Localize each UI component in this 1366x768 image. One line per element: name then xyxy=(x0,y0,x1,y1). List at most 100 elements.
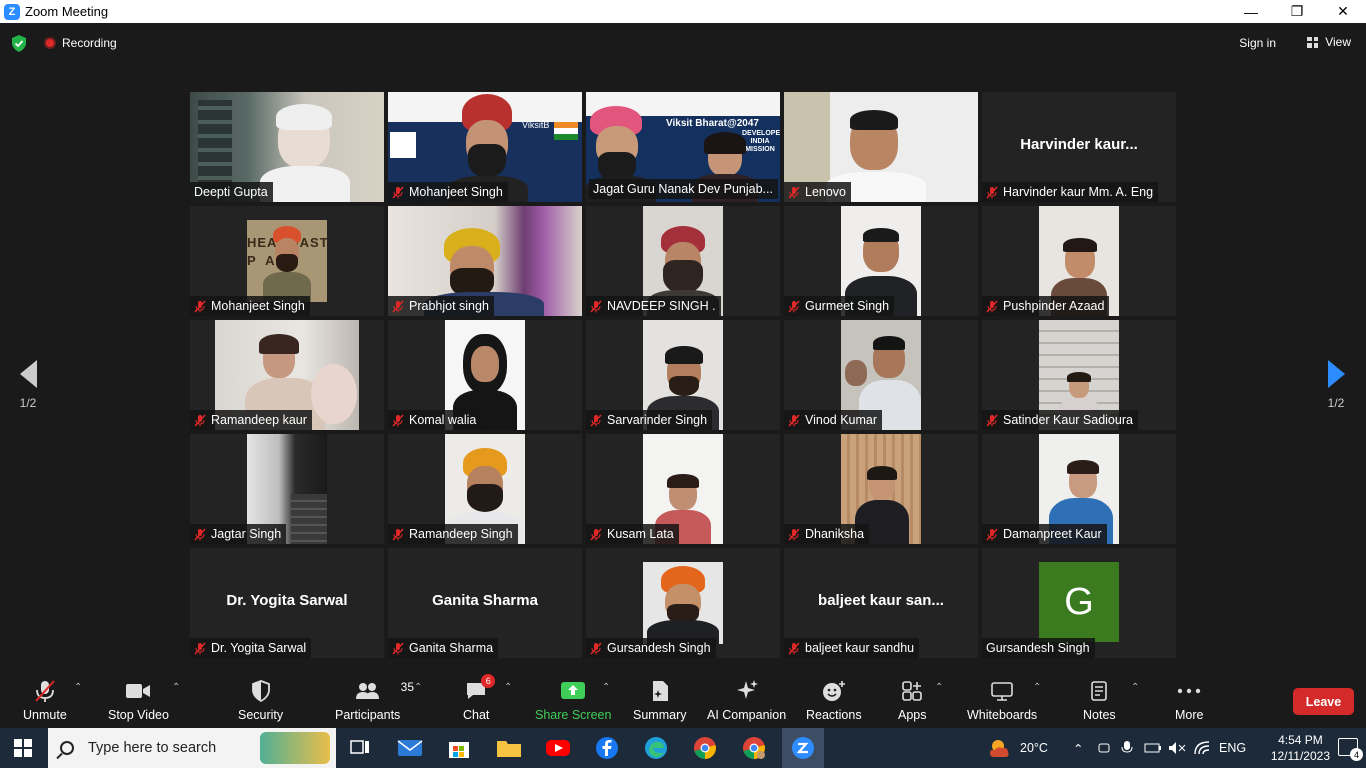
participant-display-name: Dr. Yogita Sarwal xyxy=(226,592,348,609)
microphone-in-use-icon[interactable] xyxy=(1121,728,1133,768)
summary-button[interactable]: Summary xyxy=(633,678,686,722)
notes-options-caret-icon[interactable]: ⌃ xyxy=(1131,682,1139,693)
share-screen-label: Share Screen xyxy=(535,708,612,722)
video-options-caret-icon[interactable]: ⌃ xyxy=(172,682,180,693)
facebook-icon[interactable] xyxy=(593,734,621,762)
video-tile[interactable]: Vinod Kumar xyxy=(784,320,978,430)
next-page-button[interactable]: 1/2 xyxy=(1326,360,1346,410)
share-options-caret-icon[interactable]: ⌃ xyxy=(602,682,610,693)
video-tile[interactable]: Gurmeet Singh xyxy=(784,206,978,316)
participant-nameplate: Gurmeet Singh xyxy=(784,296,895,316)
unmute-button[interactable]: Unmute xyxy=(23,678,67,722)
video-tile[interactable]: HEADMASTE P A Mohanjeet Singh xyxy=(190,206,384,316)
share-screen-button[interactable]: Share Screen xyxy=(535,678,611,722)
file-explorer-icon[interactable] xyxy=(495,734,523,762)
language-indicator[interactable]: ENG xyxy=(1219,728,1246,768)
video-tile[interactable]: Ramandeep Singh xyxy=(388,434,582,544)
video-tile[interactable]: NAVDEEP SINGH . xyxy=(586,206,780,316)
apps-icon xyxy=(901,678,923,704)
security-button[interactable]: Security xyxy=(238,678,283,722)
muted-mic-icon xyxy=(788,413,800,427)
previous-page-button[interactable]: 1/2 xyxy=(18,360,38,410)
windows-taskbar: Type here to search 20°C ⌃ ENG 4:54 PM 1… xyxy=(0,728,1366,768)
video-tile-camera-off[interactable]: baljeet kaur san... baljeet kaur sandhu xyxy=(784,548,978,658)
video-tile[interactable]: Prabhjot singh xyxy=(388,206,582,316)
edge-browser-icon[interactable] xyxy=(642,734,670,762)
reactions-button[interactable]: Reactions xyxy=(806,678,862,722)
maximize-button[interactable]: ❐ xyxy=(1274,0,1320,23)
close-button[interactable]: ✕ xyxy=(1320,0,1366,23)
apps-button[interactable]: Apps xyxy=(898,678,927,722)
mail-app-icon[interactable] xyxy=(396,734,424,762)
video-tile-avatar[interactable]: G Gursandesh Singh xyxy=(982,548,1176,658)
video-tile[interactable]: Komal walia xyxy=(388,320,582,430)
video-tile-camera-off[interactable]: Ganita Sharma Ganita Sharma xyxy=(388,548,582,658)
video-tile[interactable]: Ramandeep kaur xyxy=(190,320,384,430)
leave-button[interactable]: Leave xyxy=(1293,688,1354,715)
chrome-profile-browser-icon[interactable] xyxy=(740,734,768,762)
video-tile[interactable]: Satinder Kaur Sadioura xyxy=(982,320,1176,430)
battery-icon[interactable] xyxy=(1144,728,1162,768)
more-button[interactable]: More xyxy=(1175,678,1203,722)
share-screen-icon xyxy=(560,678,586,704)
view-button[interactable]: View xyxy=(1307,35,1351,49)
video-tile-camera-off[interactable]: Harvinder kaur... Harvinder kaur Mm. A. … xyxy=(982,92,1176,202)
video-tile[interactable]: Pushpinder Azaad xyxy=(982,206,1176,316)
weather-widget[interactable]: 20°C xyxy=(988,728,1048,768)
video-tile[interactable]: Lenovo xyxy=(784,92,978,202)
muted-mic-icon xyxy=(986,413,998,427)
chat-options-caret-icon[interactable]: ⌃ xyxy=(504,682,512,693)
audio-options-caret-icon[interactable]: ⌃ xyxy=(74,682,82,693)
participant-name: Gursandesh Singh xyxy=(607,641,711,655)
video-tile[interactable]: Jagtar Singh xyxy=(190,434,384,544)
recording-indicator[interactable]: Recording xyxy=(44,36,117,50)
participant-nameplate: Lenovo xyxy=(784,182,852,202)
video-tile-camera-off[interactable]: Dr. Yogita Sarwal Dr. Yogita Sarwal xyxy=(190,548,384,658)
muted-microphone-icon xyxy=(34,678,56,704)
minimize-button[interactable]: — xyxy=(1228,0,1274,23)
video-tile-active-speaker[interactable]: Viksit Bharat@2047 DEVELOPED INDIA MISSI… xyxy=(586,92,780,202)
video-tile[interactable]: Deepti Gupta xyxy=(190,92,384,202)
stop-video-label: Stop Video xyxy=(108,708,169,722)
participant-nameplate: Deepti Gupta xyxy=(190,182,273,202)
arrow-left-icon xyxy=(19,360,37,388)
chat-button[interactable]: 6 Chat xyxy=(463,674,496,722)
taskbar-search-box[interactable]: Type here to search xyxy=(48,728,336,768)
stop-video-button[interactable]: Stop Video xyxy=(108,678,169,722)
zoom-logo-icon: Z xyxy=(4,3,20,20)
microsoft-store-icon[interactable] xyxy=(445,734,473,762)
task-view-icon[interactable] xyxy=(346,734,374,762)
chat-unread-badge: 6 xyxy=(481,674,496,688)
youtube-icon[interactable] xyxy=(544,734,572,762)
video-tile[interactable]: Damanpreet Kaur xyxy=(982,434,1176,544)
wifi-icon[interactable] xyxy=(1194,728,1210,768)
participants-options-caret-icon[interactable]: ⌃ xyxy=(414,682,422,693)
tray-chevron-up-icon[interactable]: ⌃ xyxy=(1073,728,1083,768)
video-tile-profile-photo[interactable]: Gursandesh Singh xyxy=(586,548,780,658)
grid-view-icon xyxy=(1307,36,1319,48)
participants-button[interactable]: 35 Participants xyxy=(335,678,414,722)
window-controls: — ❐ ✕ xyxy=(1228,0,1366,23)
participant-nameplate: Ganita Sharma xyxy=(388,638,499,658)
participant-nameplate: baljeet kaur sandhu xyxy=(784,638,920,658)
whiteboards-options-caret-icon[interactable]: ⌃ xyxy=(1033,682,1041,693)
video-tile[interactable]: Dhaniksha xyxy=(784,434,978,544)
video-tile[interactable]: Kusam Lata xyxy=(586,434,780,544)
ai-companion-button[interactable]: AI Companion xyxy=(707,678,786,722)
zoom-app-icon[interactable] xyxy=(782,728,824,768)
volume-muted-icon[interactable] xyxy=(1168,728,1186,768)
video-tile[interactable]: ViksitB Mohanjeet Singh xyxy=(388,92,582,202)
apps-options-caret-icon[interactable]: ⌃ xyxy=(935,682,943,693)
windows-start-icon[interactable] xyxy=(14,739,32,757)
participant-name: Lenovo xyxy=(805,185,847,199)
chrome-browser-icon[interactable] xyxy=(691,734,719,762)
notes-button[interactable]: Notes xyxy=(1083,678,1116,722)
encryption-shield-icon[interactable] xyxy=(11,35,27,52)
muted-mic-icon xyxy=(194,413,206,427)
video-tile[interactable]: Sarvarinder Singh xyxy=(586,320,780,430)
sign-in-button[interactable]: Sign in xyxy=(1239,36,1276,50)
meet-now-icon[interactable] xyxy=(1097,728,1111,768)
whiteboards-button[interactable]: Whiteboards xyxy=(967,678,1037,722)
notification-center-icon[interactable]: 4 xyxy=(1338,738,1363,761)
system-clock[interactable]: 4:54 PM 12/11/2023 xyxy=(1271,732,1330,764)
